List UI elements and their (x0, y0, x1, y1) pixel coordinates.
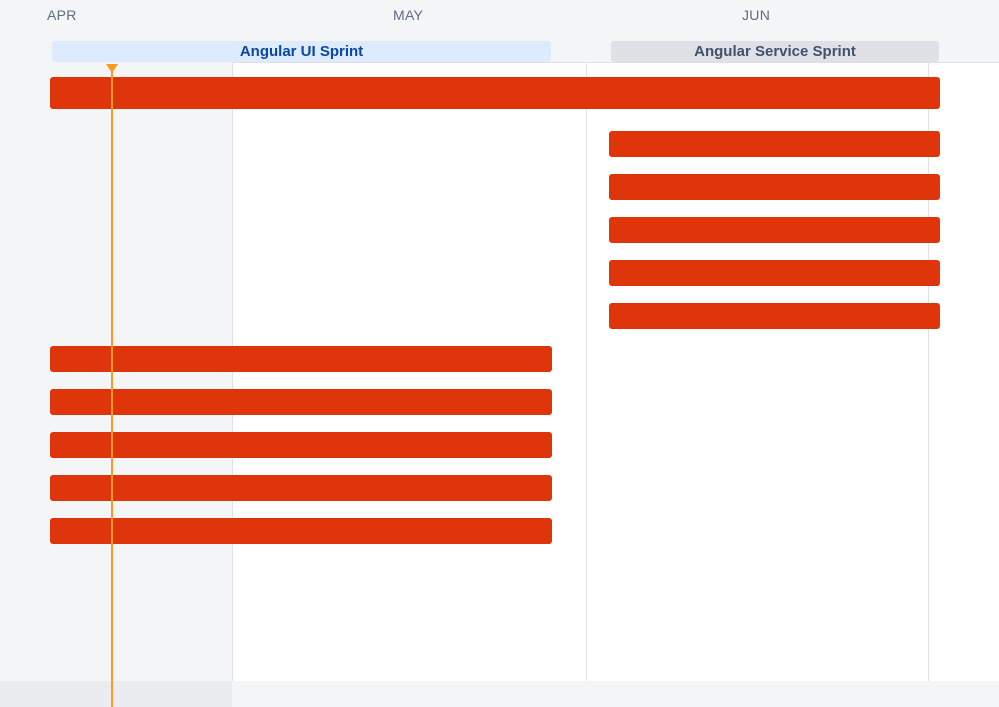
issue-bar[interactable] (50, 389, 552, 415)
month-label-apr: APR (47, 7, 77, 23)
today-marker-line (111, 66, 113, 707)
issue-bar[interactable] (50, 346, 552, 372)
timeline-header: APR MAY JUN Angular UI Sprint Angular Se… (0, 0, 999, 63)
month-label-jun: JUN (742, 7, 771, 23)
issue-bar[interactable] (609, 131, 940, 157)
issue-bar[interactable] (50, 432, 552, 458)
issue-bar[interactable] (50, 518, 552, 544)
sprint-angular-service[interactable]: Angular Service Sprint (611, 41, 939, 62)
future-period-area (928, 64, 999, 681)
issue-bar[interactable] (609, 260, 940, 286)
roadmap-timeline: APR MAY JUN Angular UI Sprint Angular Se… (0, 0, 999, 707)
timeline-scrollbar-past (0, 681, 232, 707)
epic-bar[interactable] (50, 77, 940, 109)
issue-bar[interactable] (609, 217, 940, 243)
month-label-may: MAY (393, 7, 424, 23)
sprint-angular-ui[interactable]: Angular UI Sprint (52, 41, 551, 62)
issue-bar[interactable] (609, 174, 940, 200)
issue-bar[interactable] (50, 475, 552, 501)
today-marker-icon (106, 64, 118, 73)
issue-bar[interactable] (609, 303, 940, 329)
